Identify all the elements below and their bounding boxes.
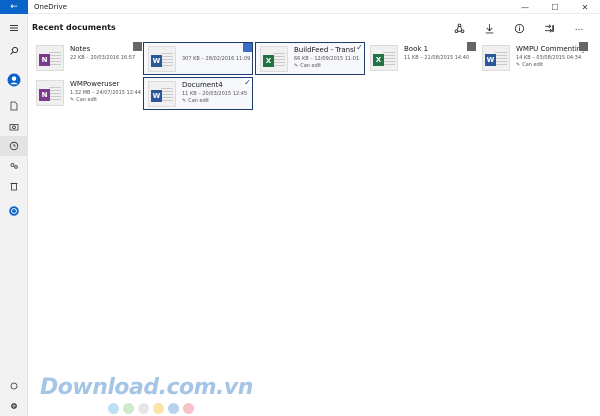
main-content: Recent documents ... N Notes 22 KB – 20/… — [28, 14, 600, 416]
photos-button[interactable] — [0, 117, 28, 137]
shared-button[interactable] — [0, 156, 28, 176]
select-checkbox[interactable] — [467, 42, 476, 51]
watermark-dots — [108, 403, 198, 414]
document-name: Notes — [70, 45, 91, 53]
download-icon — [485, 23, 493, 33]
recycle-bin-icon — [10, 183, 18, 191]
document-meta: 1.32 MB – 24/07/2015 12:44 — [70, 90, 141, 96]
document-permission: ✎ Can edit — [182, 98, 210, 104]
toolbar: ... — [444, 20, 594, 36]
open-with-icon — [544, 23, 554, 33]
document-tile-wmpoweruser[interactable]: N WMPoweruser 1.32 MB – 24/07/2015 12:44… — [32, 77, 142, 110]
watermark-dot — [183, 403, 194, 414]
edit-permission-icon: ✎ — [182, 98, 187, 104]
more-icon: ... — [574, 23, 584, 33]
title-bar: ← OneDrive — ☐ ✕ — [0, 0, 600, 14]
onenote-file-icon: N — [36, 80, 64, 106]
select-checkbox[interactable] — [243, 43, 252, 52]
sidebar — [0, 14, 28, 416]
document-tile-wmpu-commenting[interactable]: W WMPU Commenting 14 KB – 03/08/2015 04:… — [478, 42, 588, 75]
edit-permission-icon: ✎ — [70, 97, 75, 103]
share-icon — [454, 23, 464, 33]
files-icon — [10, 101, 18, 111]
search-button[interactable] — [0, 41, 28, 61]
recycle-bin-button[interactable] — [0, 176, 28, 196]
select-checkbox[interactable] — [579, 42, 588, 51]
select-checkbox[interactable]: ✓ — [355, 43, 364, 52]
maximize-button[interactable]: ☐ — [540, 0, 570, 14]
page-title: Recent documents — [32, 23, 116, 32]
word-file-icon: W — [148, 46, 176, 72]
window-controls: — ☐ ✕ — [510, 0, 600, 14]
search-icon — [10, 46, 19, 55]
document-name: WMPoweruser — [70, 80, 120, 88]
info-icon — [514, 23, 524, 33]
recent-button[interactable] — [0, 136, 28, 156]
document-name: Book 1 — [404, 45, 429, 53]
recent-icon — [9, 141, 19, 151]
settings-button[interactable] — [0, 396, 28, 416]
document-name: Document4 — [182, 81, 223, 89]
share-button[interactable] — [444, 20, 474, 36]
edit-permission-icon: ✎ — [294, 63, 299, 69]
hamburger-menu-button[interactable] — [0, 18, 28, 38]
watermark-dot — [138, 403, 149, 414]
settings-icon — [11, 403, 17, 409]
document-tile-buildfeed[interactable]: X BuildFeed - Translation 66 KB – 12/09/… — [255, 42, 365, 75]
account-button[interactable] — [0, 70, 28, 90]
onenote-file-icon: N — [36, 45, 64, 71]
select-checkbox[interactable] — [133, 42, 142, 51]
document-permission: ✎ Can edit — [516, 62, 544, 68]
document-tile-book1[interactable]: X Book 1 11 KB – 21/08/2015 14:40 — [366, 42, 476, 75]
document-permission: ✎ Can edit — [70, 97, 98, 103]
excel-file-icon: X — [370, 45, 398, 71]
close-button[interactable]: ✕ — [570, 0, 600, 14]
app-title: OneDrive — [34, 2, 67, 11]
open-with-button[interactable] — [534, 20, 564, 36]
minimize-button[interactable]: — — [510, 0, 540, 14]
document-tile-document4[interactable]: W Document4 11 KB – 20/03/2015 12:45 ✎ Ca… — [143, 77, 253, 110]
watermark-dot — [168, 403, 179, 414]
info-button[interactable] — [504, 20, 534, 36]
document-meta: 22 KB – 20/03/2016 16:57 — [70, 55, 136, 61]
offline-button[interactable] — [0, 201, 28, 221]
document-meta: 307 KB – 28/02/2016 11:09 — [182, 56, 251, 62]
document-tile-notes[interactable]: N Notes 22 KB – 20/03/2016 16:57 — [32, 42, 142, 75]
watermark-dot — [123, 403, 134, 414]
more-button[interactable]: ... — [564, 20, 594, 36]
document-permission: ✎ Can edit — [294, 63, 322, 69]
back-button[interactable]: ← — [0, 0, 28, 14]
word-file-icon: W — [148, 81, 176, 107]
watermark-dot — [108, 403, 119, 414]
document-name: WMPU Commenting — [516, 45, 584, 53]
back-arrow-icon: ← — [10, 1, 18, 12]
watermark-dot — [153, 403, 164, 414]
word-file-icon: W — [482, 45, 510, 71]
document-meta: 14 KB – 03/08/2015 04:34 — [516, 55, 582, 61]
hamburger-menu-icon — [10, 25, 18, 31]
download-button[interactable] — [474, 20, 504, 36]
files-button[interactable] — [0, 96, 28, 116]
sync-icon — [10, 382, 18, 390]
edit-permission-icon: ✎ — [516, 62, 521, 68]
excel-file-icon: X — [260, 46, 288, 72]
shared-icon — [10, 163, 18, 169]
account-icon — [7, 73, 21, 87]
document-meta: 66 KB – 12/09/2015 11:01 — [294, 56, 360, 62]
photos-icon — [9, 124, 19, 131]
document-meta: 11 KB – 21/08/2015 14:40 — [404, 55, 470, 61]
document-name: BuildFeed - Translation — [294, 46, 362, 54]
watermark-logo: Download.com.vn — [40, 375, 253, 400]
document-meta: 11 KB – 20/03/2015 12:45 — [182, 91, 248, 97]
document-tile-blurred[interactable]: W 307 KB – 28/02/2016 11:09 — [143, 42, 253, 75]
offline-icon — [9, 206, 19, 216]
sync-button[interactable] — [0, 376, 28, 396]
select-checkbox[interactable]: ✓ — [243, 78, 252, 87]
